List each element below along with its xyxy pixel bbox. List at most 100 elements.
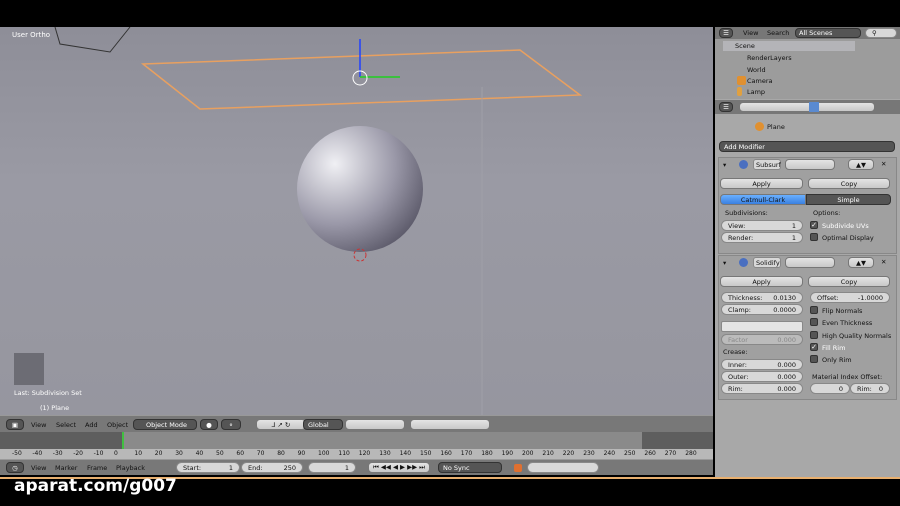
ruler-tick-label: 140 <box>399 450 412 457</box>
ruler-tick-label: 30 <box>175 450 183 457</box>
outliner-item-renderlayers[interactable]: RenderLayers <box>747 54 792 62</box>
outliner-item-camera[interactable]: Camera <box>747 77 773 85</box>
collapse-icon[interactable]: ▾ <box>723 161 726 169</box>
ruler-tick-label: 220 <box>562 450 575 457</box>
subdivide-uvs-checkbox[interactable]: ✓ <box>810 221 818 229</box>
3d-viewport[interactable]: User Ortho Last: Subdivision Set (1) Pla… <box>0 27 713 415</box>
search-input[interactable]: ⚲ <box>865 28 897 38</box>
menu-select[interactable]: Select <box>56 421 76 429</box>
object-name: Plane <box>767 123 785 131</box>
editor-type-button[interactable]: ☰ <box>719 28 733 38</box>
menu-view[interactable]: View <box>31 464 46 472</box>
menu-view[interactable]: View <box>743 29 758 37</box>
end-frame-field[interactable]: End: 250 <box>241 462 303 473</box>
outliner-item-lamp[interactable]: Lamp <box>747 88 765 96</box>
vertex-group-field[interactable] <box>721 321 803 332</box>
timeline-area[interactable] <box>0 432 713 449</box>
menu-frame[interactable]: Frame <box>87 464 107 472</box>
apply-button[interactable]: Apply <box>720 178 803 189</box>
modifier-visibility-buttons[interactable] <box>785 159 835 170</box>
outliner-item-world[interactable]: World <box>747 66 766 74</box>
layer-buttons[interactable] <box>345 419 405 430</box>
optimal-display-label: Optimal Display <box>822 234 874 242</box>
manipulator-buttons[interactable]: ⅃ ↗ ↻ <box>256 419 306 430</box>
editor-type-button[interactable]: ☰ <box>719 102 733 112</box>
tab-catmull-clark[interactable]: Catmull-Clark <box>720 194 806 205</box>
menu-object[interactable]: Object <box>107 421 128 429</box>
pivot-select[interactable]: ⚬ <box>221 419 241 430</box>
orientation-select[interactable]: Global <box>303 419 343 430</box>
add-modifier-select[interactable]: Add Modifier <box>719 141 895 152</box>
outliner-item-scene[interactable]: Scene <box>735 42 755 50</box>
hq-normals-checkbox[interactable] <box>810 331 818 339</box>
context-buttons[interactable] <box>739 102 875 112</box>
optimal-display-checkbox[interactable] <box>810 233 818 241</box>
ruler-tick-label: 70 <box>256 450 265 457</box>
fill-rim-checkbox[interactable]: ✓ <box>810 343 818 351</box>
start-frame-field[interactable]: Start: 1 <box>176 462 240 473</box>
crease-inner-field[interactable]: Inner: 0.000 <box>721 359 803 370</box>
crease-outer-field[interactable]: Outer: 0.000 <box>721 371 803 382</box>
last-operator: Last: Subdivision Set <box>14 389 82 397</box>
keying-set-field[interactable] <box>527 462 599 473</box>
current-frame-field[interactable]: 1 <box>308 462 356 473</box>
modifier-name-field[interactable]: Subsurf <box>753 159 781 170</box>
even-thickness-checkbox[interactable] <box>810 318 818 326</box>
wrench-icon[interactable] <box>809 102 819 112</box>
editor-type-button[interactable]: ▣ <box>6 419 24 430</box>
offset-field[interactable]: Offset: -1.0000 <box>810 292 890 303</box>
menu-marker[interactable]: Marker <box>55 464 77 472</box>
sync-select[interactable]: No Sync <box>438 462 502 473</box>
move-up-down-buttons[interactable]: ▲▼ <box>848 257 874 268</box>
lamp-icon <box>737 87 742 96</box>
properties-tabs[interactable]: ☰ <box>715 100 900 114</box>
menu-view[interactable]: View <box>31 421 46 429</box>
mode-select[interactable]: Object Mode <box>133 419 197 430</box>
view-levels-field[interactable]: View: 1 <box>721 220 803 231</box>
menu-search[interactable]: Search <box>767 29 789 37</box>
thickness-field[interactable]: Thickness: 0.0130 <box>721 292 803 303</box>
remove-modifier-icon[interactable]: ✕ <box>881 258 886 266</box>
menu-playback[interactable]: Playback <box>116 464 145 472</box>
current-frame-marker[interactable] <box>122 432 124 449</box>
copy-button[interactable]: Copy <box>808 276 890 287</box>
ruler-tick-label: 210 <box>542 450 554 457</box>
copy-button[interactable]: Copy <box>808 178 890 189</box>
shading-select[interactable]: ● <box>200 419 218 430</box>
record-icon[interactable] <box>514 464 522 472</box>
apply-button[interactable]: Apply <box>720 276 803 287</box>
flip-normals-checkbox[interactable] <box>810 306 818 314</box>
crease-rim-field[interactable]: Rim: 0.000 <box>721 383 803 394</box>
material-rim-offset-field[interactable]: Rim: 0 <box>850 383 890 394</box>
only-rim-checkbox[interactable] <box>810 355 818 363</box>
factor-field[interactable]: Factor 0.000 <box>721 334 803 345</box>
ruler-tick-label: 130 <box>379 450 391 457</box>
tab-simple[interactable]: Simple <box>806 194 891 205</box>
modifier-name-field[interactable]: Solidify <box>753 257 781 268</box>
collapse-icon[interactable]: ▾ <box>723 259 726 267</box>
clamp-field[interactable]: Clamp: 0.0000 <box>721 304 803 315</box>
ruler-tick-label: -10 <box>93 450 104 457</box>
ruler-tick-label: 120 <box>358 450 371 457</box>
move-up-down-buttons[interactable]: ▲▼ <box>848 159 874 170</box>
ruler-tick-label: 250 <box>624 450 636 457</box>
ruler-tick-label: 190 <box>501 450 514 457</box>
timeline-ruler[interactable]: -50 -40 -30 -20 -10 0 10 20 30 40 50 60 70 80 90 100 110… <box>0 449 713 459</box>
ruler-tick-label: 200 <box>522 450 534 457</box>
active-object-label: (1) Plane <box>40 404 70 412</box>
menu-add[interactable]: Add <box>85 421 98 429</box>
material-offset-field[interactable]: 0 <box>810 383 850 394</box>
even-thickness-label: Even Thickness <box>822 319 873 327</box>
ruler-tick-label: 240 <box>603 450 616 457</box>
playback-controls[interactable]: ⏮ ◀◀ ◀ ▶ ▶▶ ⏭ <box>368 462 430 473</box>
editor-type-button[interactable]: ◷ <box>6 462 24 473</box>
ruler-tick-label: 180 <box>481 450 493 457</box>
remove-modifier-icon[interactable]: ✕ <box>881 160 886 168</box>
hq-normals-label: High Quality Normals <box>822 332 892 340</box>
modifier-visibility-buttons[interactable] <box>785 257 835 268</box>
material-offset-label: Material Index Offset: <box>812 373 883 381</box>
render-levels-field[interactable]: Render: 1 <box>721 232 803 243</box>
scene-filter-select[interactable]: All Scenes <box>795 28 861 38</box>
snap-buttons[interactable] <box>410 419 490 430</box>
ruler-tick-label: 0 <box>114 450 118 457</box>
